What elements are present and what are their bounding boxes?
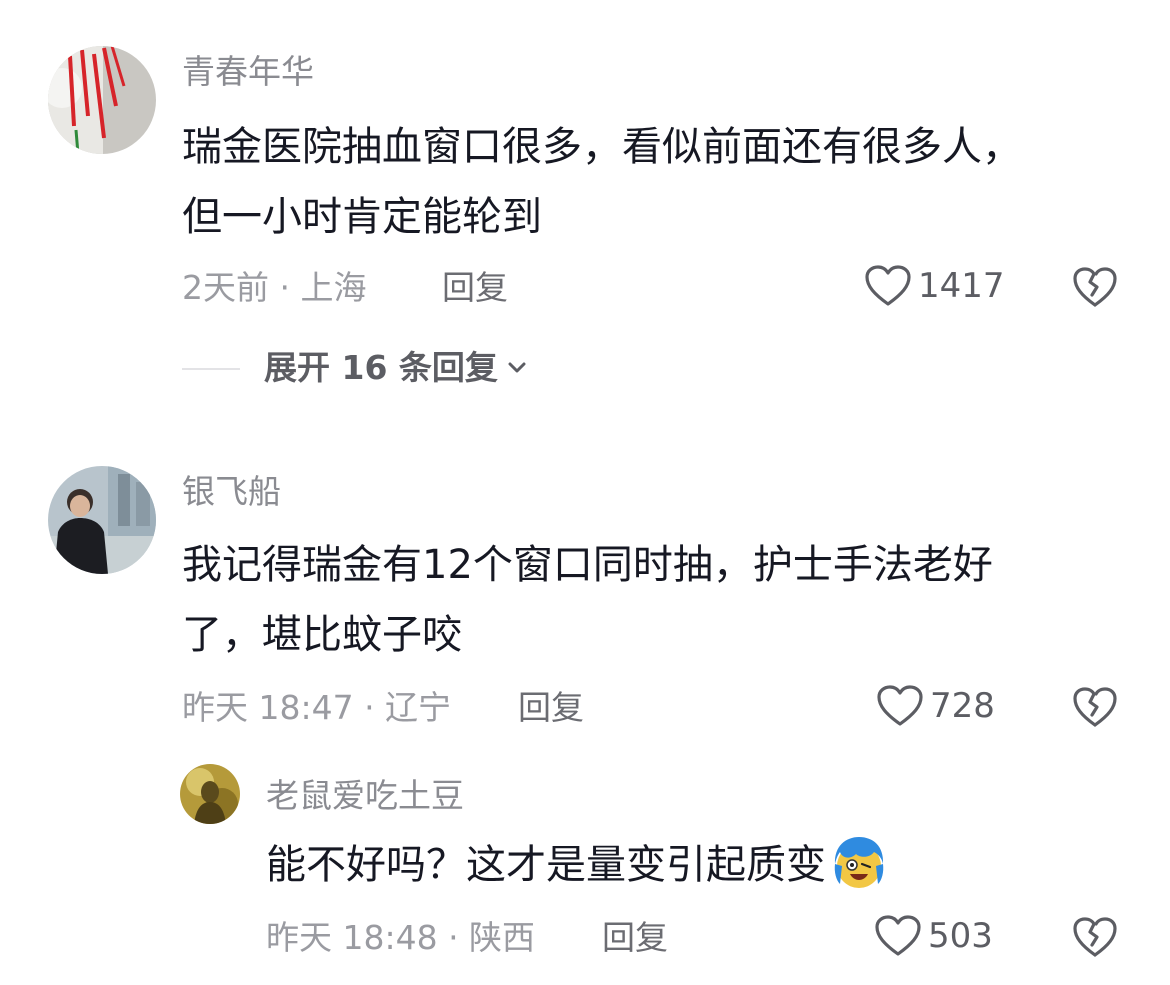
comment-text-line: 我记得瑞金有12个窗口同时抽，护士手法老好 bbox=[182, 542, 993, 588]
comment-text-line: 但一小时肯定能轮到 bbox=[182, 194, 542, 240]
heart-outline-icon bbox=[877, 685, 923, 726]
comment-text-line: 瑞金医院抽血窗口很多，看似前面还有很多人， bbox=[182, 124, 1022, 170]
expand-divider bbox=[182, 368, 240, 370]
reply-button[interactable]: 回复 bbox=[602, 918, 668, 958]
broken-heart-icon bbox=[1073, 917, 1117, 957]
like-count: 1417 bbox=[918, 266, 1005, 306]
expand-replies-button[interactable]: 展开 16 条回复 bbox=[264, 348, 532, 388]
comment-text-line: 能不好吗？这才是量变引起质变 bbox=[266, 842, 826, 888]
comment-text: 瑞金医院抽血窗口很多，看似前面还有很多人， 但一小时肯定能轮到 bbox=[182, 112, 1082, 252]
username[interactable]: 老鼠爱吃土豆 bbox=[266, 776, 464, 816]
avatar-man-city-icon bbox=[48, 466, 156, 574]
like-button[interactable]: 728 bbox=[876, 684, 995, 728]
like-button[interactable]: 503 bbox=[874, 914, 993, 958]
comment-meta: 昨天 18:48 · 陕西 bbox=[266, 918, 536, 957]
comment-item: 银飞船 我记得瑞金有12个窗口同时抽，护士手法老好 了，堪比蚊子咬 昨天 18:… bbox=[0, 440, 1170, 760]
broken-heart-icon bbox=[1073, 267, 1117, 307]
comment-text: 能不好吗？这才是量变引起质变 bbox=[266, 830, 1166, 900]
comment-meta: 2天前 · 上海 bbox=[182, 268, 367, 307]
avatar[interactable] bbox=[48, 46, 156, 154]
heart-outline-icon bbox=[875, 915, 921, 956]
reply-item: 老鼠爱吃土豆 能不好吗？这才是量变引起质变 昨天 18:48 · 陕西 回复 5… bbox=[0, 760, 1170, 985]
like-count: 503 bbox=[928, 916, 993, 956]
comment-text-line: 了，堪比蚊子咬 bbox=[182, 612, 462, 658]
blue-hair-laughing-emoji-icon bbox=[834, 837, 884, 888]
dislike-button[interactable] bbox=[1072, 686, 1118, 728]
username[interactable]: 银飞船 bbox=[182, 472, 281, 512]
reply-button[interactable]: 回复 bbox=[442, 268, 508, 308]
heart-outline-icon bbox=[865, 265, 911, 306]
avatar[interactable] bbox=[48, 466, 156, 574]
avatar-red-ribbons-icon bbox=[48, 46, 156, 154]
like-count: 728 bbox=[930, 686, 995, 726]
username[interactable]: 青春年华 bbox=[182, 52, 314, 92]
comment-text: 我记得瑞金有12个窗口同时抽，护士手法老好 了，堪比蚊子咬 bbox=[182, 530, 1082, 670]
comment-meta: 昨天 18:47 · 辽宁 bbox=[182, 688, 452, 727]
reply-button[interactable]: 回复 bbox=[518, 688, 584, 728]
comment-item: 青春年华 瑞金医院抽血窗口很多，看似前面还有很多人， 但一小时肯定能轮到 2天前… bbox=[0, 0, 1170, 420]
like-button[interactable]: 1417 bbox=[864, 264, 1005, 308]
avatar-golden-portrait-icon bbox=[180, 764, 240, 824]
chevron-down-icon bbox=[508, 362, 526, 373]
broken-heart-icon bbox=[1073, 687, 1117, 727]
avatar[interactable] bbox=[180, 764, 240, 824]
dislike-button[interactable] bbox=[1072, 266, 1118, 308]
dislike-button[interactable] bbox=[1072, 916, 1118, 958]
expand-replies-label: 展开 16 条回复 bbox=[264, 348, 498, 387]
